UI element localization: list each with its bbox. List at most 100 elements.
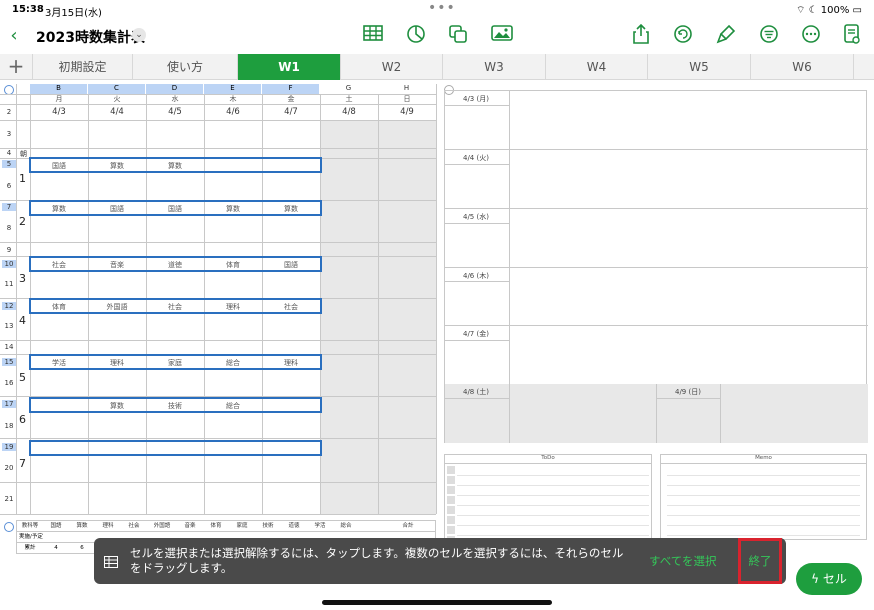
- chevron-down-icon[interactable]: ⌄: [132, 28, 146, 42]
- memo-box[interactable]: Memo: [660, 454, 867, 540]
- date-cell[interactable]: 4/9: [378, 107, 436, 117]
- spreadsheet-canvas[interactable]: B C D E F G H 月 火 水 木 金 土 日 4/3 4/4 4/5 …: [0, 82, 874, 562]
- tab-w1[interactable]: W1: [238, 54, 341, 80]
- row-header-12[interactable]: 12: [2, 302, 16, 310]
- day-label: 土: [345, 95, 353, 103]
- add-sheet-button[interactable]: +: [0, 54, 33, 80]
- row-header-15[interactable]: 15: [2, 358, 16, 366]
- date-cell[interactable]: 4/3: [30, 107, 88, 117]
- tab-w3[interactable]: W3: [443, 54, 546, 80]
- period-number: 6: [19, 413, 26, 426]
- weekday-label: 4/6 (木): [463, 272, 489, 280]
- grid-line: [0, 120, 436, 121]
- grid-line: [436, 84, 437, 514]
- summary-header: 国語: [50, 523, 62, 529]
- tab-shokisettei[interactable]: 初期設定: [33, 54, 133, 80]
- row-header-7[interactable]: 7: [2, 203, 16, 211]
- row-header[interactable]: 9: [2, 246, 16, 254]
- row-header-10[interactable]: 10: [2, 260, 16, 268]
- format-brush-icon[interactable]: [714, 24, 738, 48]
- period-number: 2: [19, 215, 26, 228]
- select-all-button[interactable]: すべてを選択: [649, 553, 717, 569]
- todo-checkboxes[interactable]: [447, 466, 455, 538]
- back-chevron-icon[interactable]: ‹: [2, 24, 26, 48]
- home-indicator[interactable]: [322, 600, 552, 605]
- weekend-label: 4/8 (土): [463, 388, 489, 396]
- selected-row-19[interactable]: [29, 440, 322, 456]
- tab-w4[interactable]: W4: [546, 54, 648, 80]
- col-header-d[interactable]: D: [146, 84, 204, 94]
- grid-line: [378, 94, 379, 514]
- col-header-f[interactable]: F: [262, 84, 320, 94]
- tab-tsukaikata[interactable]: 使い方: [133, 54, 238, 80]
- grid-line: [0, 242, 436, 243]
- undo-icon[interactable]: [671, 24, 695, 48]
- grid-line: [445, 208, 868, 209]
- document-settings-icon[interactable]: [840, 24, 864, 48]
- shape-icon[interactable]: [446, 24, 470, 48]
- multitask-dots-icon[interactable]: •••: [428, 0, 456, 16]
- grid-line: [0, 104, 436, 105]
- row-header[interactable]: 4: [2, 149, 16, 157]
- col-header-b[interactable]: B: [30, 84, 88, 94]
- row-header[interactable]: 16: [2, 379, 16, 387]
- summary-header: 算数: [76, 523, 88, 529]
- selected-row-12[interactable]: [29, 298, 322, 314]
- done-button[interactable]: 終了: [738, 538, 782, 584]
- row-header[interactable]: 18: [2, 422, 16, 430]
- toolbar: ‹ 2023時数集計表 ⌄: [0, 20, 874, 54]
- memo-lines: [667, 466, 860, 538]
- status-time: 15:38: [12, 4, 44, 15]
- status-right: ⌔ ☾ 100% ▭: [796, 4, 862, 17]
- more-icon[interactable]: [799, 24, 823, 48]
- todo-box[interactable]: ToDo: [444, 454, 652, 540]
- tab-w5[interactable]: W5: [648, 54, 751, 80]
- table-icon[interactable]: [361, 24, 385, 48]
- date-cell[interactable]: 4/8: [320, 107, 378, 117]
- row-header-5[interactable]: 5: [2, 160, 16, 168]
- share-icon[interactable]: [629, 23, 653, 48]
- col-header-e[interactable]: E: [204, 84, 262, 94]
- grid-line: [445, 105, 509, 106]
- period-number: 4: [19, 314, 26, 327]
- weekday-label: 4/4 (火): [463, 154, 489, 162]
- row-header-17[interactable]: 17: [2, 400, 16, 408]
- selected-row-10[interactable]: [29, 256, 322, 272]
- tab-w2[interactable]: W2: [341, 54, 443, 80]
- row-header[interactable]: 20: [2, 464, 16, 472]
- grid-line: [0, 482, 436, 483]
- grid-line: [445, 281, 509, 282]
- row-header[interactable]: 3: [2, 130, 16, 138]
- selected-row-15[interactable]: [29, 354, 322, 370]
- selected-row-7[interactable]: [29, 200, 322, 216]
- row-header-19[interactable]: 19: [2, 443, 16, 451]
- date-cell[interactable]: 4/5: [146, 107, 204, 117]
- date-cell[interactable]: 4/7: [262, 107, 320, 117]
- selected-row-17[interactable]: [29, 397, 322, 413]
- row-header[interactable]: 11: [2, 280, 16, 288]
- row-header[interactable]: 8: [2, 224, 16, 232]
- col-header-h[interactable]: H: [378, 84, 436, 94]
- cell-actions-button[interactable]: ϟ セル: [796, 563, 862, 595]
- selected-row-5[interactable]: [29, 157, 322, 173]
- row-header[interactable]: 2: [2, 108, 16, 116]
- row-header[interactable]: 21: [2, 495, 16, 503]
- summary-header: 社会: [128, 523, 140, 529]
- organize-icon[interactable]: [757, 24, 781, 48]
- chart-icon[interactable]: [404, 24, 428, 48]
- weekly-notes-table[interactable]: 4/3 (月) 4/4 (火) 4/5 (水) 4/6 (木) 4/7 (金) …: [444, 90, 868, 443]
- col-header-g[interactable]: G: [320, 84, 378, 94]
- tab-w6[interactable]: W6: [751, 54, 854, 80]
- media-icon[interactable]: [490, 24, 514, 48]
- col-header-c[interactable]: C: [88, 84, 146, 94]
- table-handle-icon[interactable]: [4, 522, 14, 532]
- date-cell[interactable]: 4/6: [204, 107, 262, 117]
- status-date: 3月15日(水): [45, 8, 102, 19]
- row-header[interactable]: 6: [2, 182, 16, 190]
- row-header[interactable]: 13: [2, 322, 16, 330]
- summary-value: 6: [80, 545, 84, 551]
- document-title[interactable]: 2023時数集計表: [36, 27, 145, 47]
- date-cell[interactable]: 4/4: [88, 107, 146, 117]
- row-header[interactable]: 14: [2, 343, 16, 351]
- weekend-block[interactable]: 4/8 (土) 4/9 (日): [445, 384, 868, 443]
